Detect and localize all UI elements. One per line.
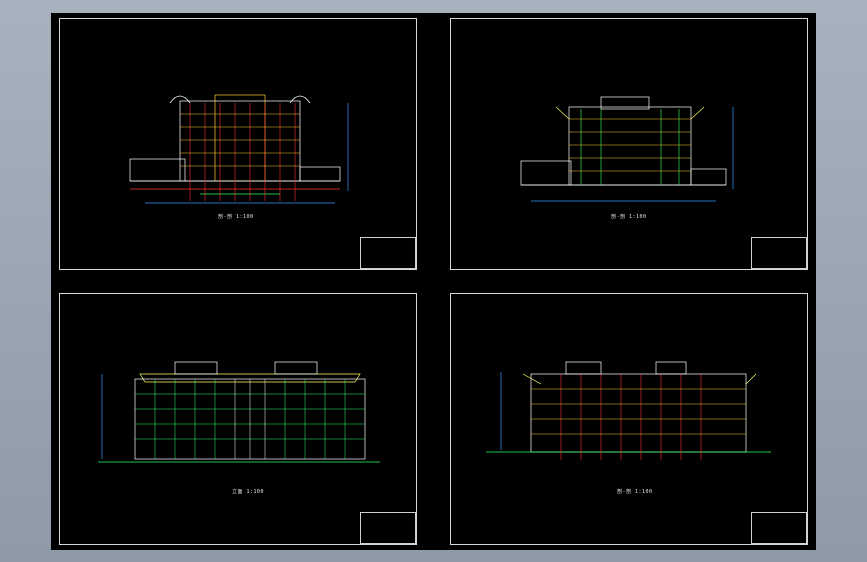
- title-block: [360, 237, 416, 269]
- floor-lines: [531, 388, 746, 435]
- building-section-drawing: [486, 361, 771, 460]
- building-elevation-drawing: [98, 361, 380, 463]
- entrance-grid: [234, 379, 266, 459]
- building-section-drawing: [129, 94, 349, 204]
- column-lines: [560, 374, 702, 460]
- title-block: [360, 512, 416, 544]
- drawing-sheet-1[interactable]: 剖-剖 1:100: [59, 18, 417, 270]
- drawing-sheet-3[interactable]: 立面 1:100: [59, 293, 417, 545]
- floor-lines: [569, 118, 691, 172]
- drawing-sheet-4[interactable]: 剖-剖 1:100: [450, 293, 808, 545]
- drawing-label: 剖-剖 1:100: [617, 489, 653, 495]
- drawing-label: 剖-剖 1:100: [218, 214, 254, 220]
- floor-lines: [180, 113, 300, 167]
- drawing-label: 剖-剖 1:100: [611, 214, 647, 220]
- drawing-sheet-2[interactable]: 剖-剖 1:100: [450, 18, 808, 270]
- drawing-label: 立面 1:100: [232, 489, 265, 495]
- building-section-drawing: [520, 96, 734, 202]
- glazing-lines: [580, 109, 680, 185]
- title-block: [751, 237, 807, 269]
- title-block: [751, 512, 807, 544]
- column-lines: [189, 103, 296, 201]
